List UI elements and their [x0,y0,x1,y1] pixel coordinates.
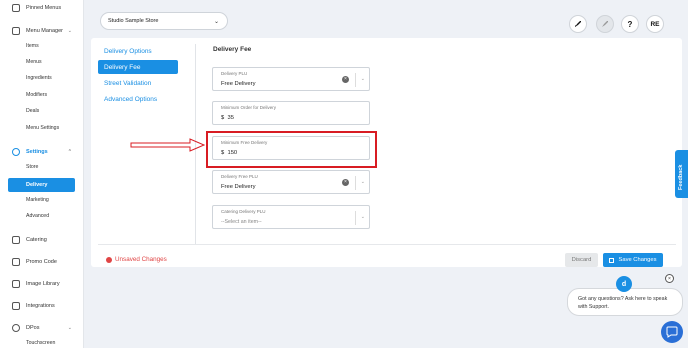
sidebar-item-touchscreen[interactable]: Touchscreen [26,340,55,346]
subnav-advanced-options[interactable]: Advanced Options [104,96,157,103]
field-value: Free Delivery [221,81,256,87]
sidebar-item-settings[interactable]: Settings ⌃ [0,148,84,156]
gear-icon [12,148,20,156]
chevron-down-icon[interactable]: ⌄ [361,214,365,220]
store-select[interactable]: Studio Sample Store ⌄ [100,12,228,30]
divider [98,244,676,245]
feedback-label: Feedback [678,164,684,190]
dpos-icon [12,324,20,332]
field-label: Delivery PLU [221,71,248,76]
sidebar-item-label: Pinned Menus [26,5,62,11]
currency-symbol: $ [221,115,225,121]
subnav-delivery-fee[interactable]: Delivery Fee [98,60,178,74]
store-select-value: Studio Sample Store [108,18,159,24]
save-changes-button[interactable]: Save Changes [603,253,663,267]
catering-icon [12,236,20,244]
chevron-down-icon[interactable]: ⌄ [361,76,365,82]
subnav-delivery-options[interactable]: Delivery Options [104,48,152,55]
catering-delivery-plu-select[interactable]: Catering Delivery PLU --Select an item--… [212,205,370,229]
sidebar-item-menu-manager[interactable]: Menu Manager ⌄ [0,27,84,35]
feedback-tab[interactable]: Feedback [675,150,688,198]
sidebar-item-advanced[interactable]: Advanced [26,213,49,219]
launch-icon[interactable] [596,15,614,33]
sidebar-item-image-library[interactable]: Image Library [0,280,84,288]
sidebar-item-ingredients[interactable]: Ingredients [26,75,52,81]
field-value: 35 [227,115,234,121]
chat-button[interactable] [661,321,683,343]
help-icon: ? [627,19,633,29]
sidebar-item-marketing[interactable]: Marketing [26,197,49,203]
sidebar-item-label: Menu Manager [26,28,63,34]
sidebar-item-modifiers[interactable]: Modifiers [26,92,47,98]
save-label: Save Changes [618,257,657,263]
field-label: Catering Delivery PLU [221,209,266,214]
unsaved-label: Unsaved Changes [115,256,167,263]
field-value: Free Delivery [221,184,256,190]
promo-icon [12,258,20,266]
sidebar-item-pinned-menus[interactable]: Pinned Menus [0,4,84,12]
sidebar-item-delivery[interactable]: Delivery [8,178,75,192]
field-placeholder: --Select an item-- [221,219,262,225]
delivery-free-plu-select[interactable]: Delivery Free PLU Free Delivery × ⌄ [212,170,370,194]
chevron-up-icon: ⌃ [67,149,72,155]
subnav-street-validation[interactable]: Street Validation [104,80,151,87]
chat-avatar: d [616,276,632,292]
delivery-plu-select[interactable]: Delivery PLU Free Delivery × ⌄ [212,67,370,91]
unsaved-changes-indicator: Unsaved Changes [106,256,167,263]
sidebar-item-menu-settings[interactable]: Menu Settings [26,125,59,131]
sidebar-item-catering[interactable]: Catering [0,236,84,244]
image-icon [12,280,20,288]
sidebar-item-label: Image Library [26,281,60,287]
pin-icon [12,4,20,12]
chevron-down-icon: ⌄ [67,325,72,331]
chat-message[interactable]: Got any questions? Ask here to speak wit… [567,288,683,316]
user-initials: RE [650,20,660,28]
sidebar-item-label: Catering [26,237,47,243]
save-icon [609,257,615,263]
pointer-arrow [130,138,205,152]
clear-icon[interactable]: × [342,179,349,186]
sidebar-item-label: Settings [26,149,48,155]
sidebar: Pinned Menus Menu Manager ⌄ Items Menus I… [0,0,84,348]
chat-icon [666,326,678,338]
page-title: Delivery Fee [213,46,252,53]
sidebar-item-store[interactable]: Store [26,164,38,170]
highlight-box [206,131,377,168]
settings-card [91,38,682,267]
help-button[interactable]: ? [621,15,639,33]
chevron-down-icon: ⌄ [213,18,219,25]
chevron-down-icon: ⌄ [67,28,72,34]
sidebar-item-dpos[interactable]: DPos ⌄ [0,324,84,332]
sidebar-item-label: Promo Code [26,259,57,265]
menu-icon [12,27,20,35]
sidebar-item-deals[interactable]: Deals [26,108,39,114]
sidebar-item-label: Integrations [26,303,55,309]
field-label: Delivery Free PLU [221,174,258,179]
sidebar-item-integrations[interactable]: Integrations [0,302,84,310]
link-icon [12,302,20,310]
user-avatar[interactable]: RE [646,15,664,33]
alert-icon [106,256,112,263]
discard-button[interactable]: Discard [565,253,598,267]
sidebar-item-menus[interactable]: Menus [26,59,42,65]
chevron-down-icon[interactable]: ⌄ [361,179,365,185]
sidebar-item-items[interactable]: Items [26,43,39,49]
chat-close-button[interactable]: × [665,274,674,283]
minimum-order-field[interactable]: Minimum Order for Delivery $ 35 [212,101,370,125]
rocket-icon[interactable] [569,15,587,33]
clear-icon[interactable]: × [342,76,349,83]
sidebar-item-promo-code[interactable]: Promo Code [0,258,84,266]
field-label: Minimum Order for Delivery [221,105,277,110]
sidebar-item-label: DPos [26,325,40,331]
